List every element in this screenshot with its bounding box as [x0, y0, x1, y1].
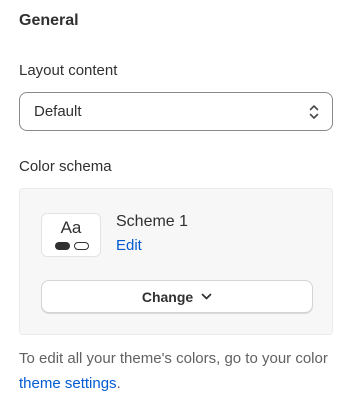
scheme-preview-text: Aa: [60, 218, 82, 237]
color-schema-label: Color schema: [19, 158, 112, 175]
settings-panel: General Layout content Default Color sch…: [0, 0, 349, 417]
layout-content-select[interactable]: Default: [19, 92, 333, 131]
layout-content-value: Default: [34, 103, 82, 120]
help-text-prefix: To edit all your theme's colors, go to y…: [19, 350, 328, 367]
section-title: General: [19, 12, 79, 29]
help-text: To edit all your theme's colors, go to y…: [19, 346, 333, 396]
primary-button-preview: [55, 242, 70, 250]
chevron-down-icon: [201, 293, 212, 300]
scheme-preview-swatch: Aa: [41, 213, 101, 257]
secondary-button-preview: [74, 242, 89, 250]
help-text-suffix: .: [116, 375, 121, 392]
theme-settings-link[interactable]: theme settings: [19, 375, 117, 392]
scheme-name: Scheme 1: [116, 213, 189, 230]
edit-scheme-link[interactable]: Edit: [116, 237, 142, 254]
layout-content-label: Layout content: [19, 62, 118, 79]
select-chevrons-icon: [309, 104, 319, 119]
change-button-label: Change: [141, 288, 194, 305]
change-scheme-button[interactable]: Change: [41, 280, 313, 313]
color-scheme-card: Aa Scheme 1 Edit Change: [19, 188, 333, 335]
